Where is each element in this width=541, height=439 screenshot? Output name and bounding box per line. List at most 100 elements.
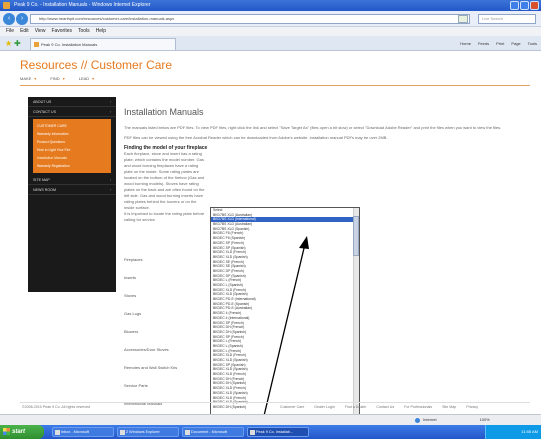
taskbar-button-label: Peak 9 Co. Installati... — [256, 430, 293, 434]
main-content: Installation Manuals The manuals listed … — [124, 107, 534, 426]
taskbar-button[interactable]: 2 Windows Explorer — [117, 427, 179, 437]
minimize-button[interactable] — [510, 1, 519, 10]
page-title: Installation Manuals — [124, 107, 204, 117]
remotes-label: Remotes and Wall Switch Kits — [124, 365, 178, 370]
chevron-right-icon: › — [109, 188, 111, 192]
menu-tools[interactable]: Tools — [78, 27, 90, 36]
footer-link[interactable]: Contact Us — [376, 405, 394, 409]
service-parts-label: Service Parts — [124, 383, 148, 388]
menu-edit[interactable]: Edit — [20, 27, 29, 36]
page-menu-button[interactable]: Page — [511, 39, 520, 48]
url-input[interactable]: http://www.hearthpit.com/resources/custo… — [30, 14, 470, 24]
command-bar: Home Feeds Print Page Tools — [460, 39, 537, 48]
sidebar-section-title[interactable]: CUSTOMER CARE — [33, 122, 111, 130]
back-button[interactable]: ‹ — [3, 13, 15, 25]
taskbar-button[interactable]: Document - Microsoft — [182, 427, 244, 437]
zoom-level[interactable]: 100% — [480, 415, 490, 425]
page-footer: ©2008-2010 Peak 9 Co. All rights reserve… — [20, 402, 530, 410]
taskbar-button-label: Document - Microsoft — [191, 430, 228, 434]
page-icon — [34, 42, 39, 47]
nav-lead-label: LEAD — [78, 76, 90, 81]
header-nav: MAKE ▾ FIND ▾ LEAD ▾ — [20, 76, 94, 81]
sidebar-item-label: ABOUT US — [33, 100, 52, 104]
print-button[interactable]: Print — [496, 39, 504, 48]
menu-bar: File Edit View Favorites Tools Help — [0, 27, 541, 36]
start-label: start — [12, 429, 26, 435]
taskbar-button[interactable]: Inbox - Microsoft — [52, 427, 114, 437]
intro-paragraph: The manuals listed below are PDF files. … — [124, 125, 502, 130]
footer-link[interactable]: Privacy — [466, 405, 478, 409]
feeds-button[interactable]: Feeds — [478, 39, 489, 48]
security-zone: Internet — [423, 417, 437, 422]
chevron-right-icon: › — [109, 110, 111, 114]
add-favorites-icon[interactable]: ✚ — [14, 39, 21, 48]
globe-icon — [415, 417, 420, 423]
dropdown-scrollbar[interactable] — [353, 208, 359, 422]
sidebar-link-installation-manuals[interactable]: Installation Manuals — [33, 154, 111, 162]
site-title: Resources // Customer Care — [20, 58, 173, 72]
nav-make[interactable]: MAKE ▾ — [20, 76, 36, 81]
folder-icon — [120, 430, 125, 435]
start-button[interactable]: start — [0, 425, 44, 439]
sidebar-link-light-fire[interactable]: How to Light Your Fire — [33, 146, 111, 154]
tab-current[interactable]: Peak 9 Co. Installation Manuals — [30, 38, 176, 50]
header-divider — [20, 85, 530, 86]
copyright: ©2008-2010 Peak 9 Co. All rights reserve… — [22, 405, 91, 409]
clock[interactable]: 11:55 AM — [521, 429, 538, 434]
document-icon — [185, 430, 190, 435]
sidebar-item-about[interactable]: ABOUT US › — [28, 97, 116, 107]
ie-icon — [3, 2, 10, 9]
accessories-label: Accessories/Door Stoves — [124, 347, 169, 352]
search-input[interactable]: Live Search — [478, 14, 536, 24]
sidebar-item-contact[interactable]: CONTACT US › — [28, 107, 116, 117]
taskbar-button-active[interactable]: Peak 9 Co. Installati... — [247, 427, 309, 437]
close-button[interactable] — [530, 1, 539, 10]
nav-find[interactable]: FIND ▾ — [50, 76, 64, 81]
windows-taskbar: start Inbox - Microsoft 2 Windows Explor… — [0, 425, 541, 439]
sidebar-item-label: NEWS ROOM — [33, 188, 56, 192]
pdf-paragraph: PDF files can be viewed using the free A… — [124, 135, 388, 140]
sidebar-link-questions[interactable]: Product Questions — [33, 138, 111, 146]
nav-make-label: MAKE — [20, 76, 32, 81]
tab-bar: ★ ✚ Peak 9 Co. Installation Manuals Home… — [0, 36, 541, 51]
sidebar: ABOUT US › CONTACT US › CUSTOMER CARE Warr… — [28, 97, 116, 292]
fireplaces-label: Fireplaces — [124, 257, 143, 262]
taskbar-button-label: Inbox - Microsoft — [61, 430, 90, 434]
forward-button[interactable]: › — [16, 13, 28, 25]
nav-lead[interactable]: LEAD ▾ — [79, 76, 94, 81]
rating-plate-note: It is important to locate the rating pla… — [124, 211, 205, 222]
scrollbar-thumb[interactable] — [353, 216, 359, 256]
refresh-button[interactable] — [458, 15, 468, 23]
maximize-button[interactable] — [520, 1, 529, 10]
footer-link[interactable]: Dealer Login — [314, 405, 334, 409]
chevron-down-icon: ▾ — [34, 76, 37, 81]
tools-menu-button[interactable]: Tools — [528, 39, 537, 48]
web-page: Resources // Customer Care MAKE ▾ FIND ▾ L… — [0, 52, 541, 426]
window-title: Peak 9 Co. - Installation Manuals - Wind… — [14, 2, 151, 8]
app-icon — [55, 430, 60, 435]
sidebar-item-site-map[interactable]: SITE MAP › — [28, 175, 116, 185]
sidebar-section-customer-care: CUSTOMER CARE Warranty Information Produ… — [33, 119, 111, 173]
nav-find-label: FIND — [50, 76, 60, 81]
footer-link[interactable]: Customer Care — [280, 405, 304, 409]
home-button[interactable]: Home — [460, 39, 471, 48]
blowers-label: Blowers — [124, 329, 139, 334]
footer-link[interactable]: For Professionals — [404, 405, 432, 409]
footer-link[interactable]: Find a Dealer — [345, 405, 367, 409]
chevron-right-icon: › — [109, 178, 111, 182]
chevron-down-icon: ▾ — [92, 76, 95, 81]
address-bar: ‹ › http://www.hearthpit.com/resources/c… — [0, 11, 541, 27]
taskbar-button-label: 2 Windows Explorer — [126, 430, 160, 434]
sidebar-link-registration[interactable]: Warranty Registration — [33, 162, 111, 170]
status-bar: Internet 100% — [0, 414, 541, 425]
menu-help[interactable]: Help — [96, 27, 106, 36]
menu-view[interactable]: View — [35, 27, 46, 36]
footer-link[interactable]: Site Map — [442, 405, 456, 409]
menu-file[interactable]: File — [6, 27, 14, 36]
favorites-star-icon[interactable]: ★ — [5, 39, 12, 48]
inserts-label: Inserts — [124, 275, 137, 280]
tab-label: Peak 9 Co. Installation Manuals — [41, 42, 98, 47]
menu-favorites[interactable]: Favorites — [51, 27, 72, 36]
sidebar-item-news-room[interactable]: NEWS ROOM › — [28, 185, 116, 195]
sidebar-link-warranty[interactable]: Warranty Information — [33, 130, 111, 138]
